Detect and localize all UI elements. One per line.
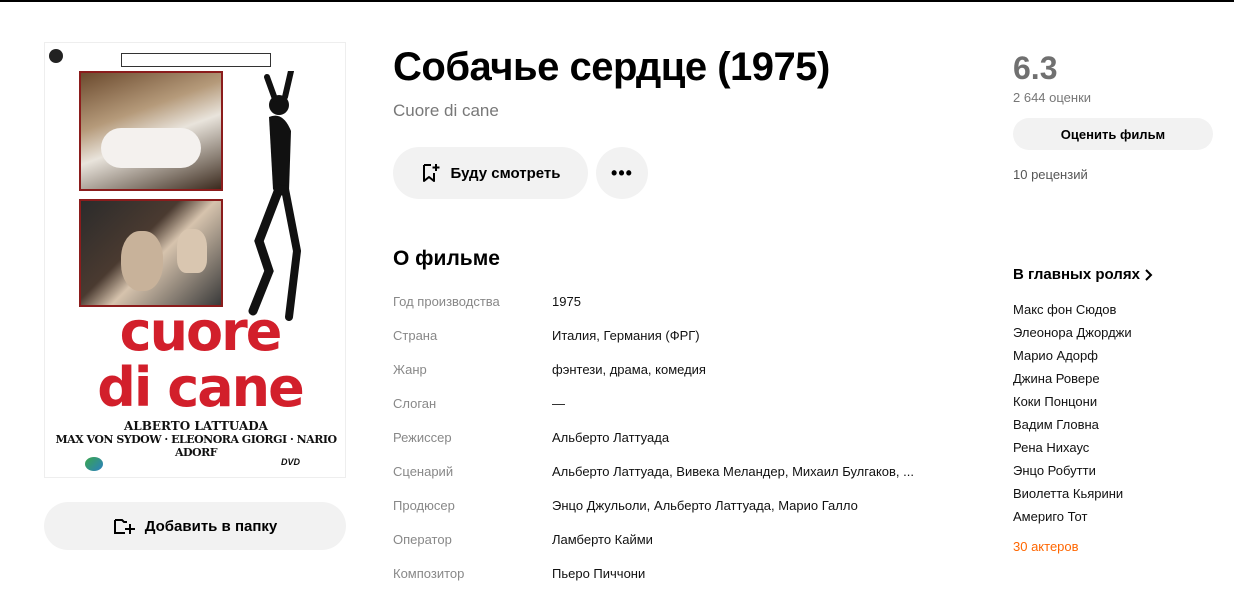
info-row-genre: Жанр фэнтези, драма, комедия bbox=[393, 352, 933, 386]
info-row-composer: Композитор Пьеро Пиччони bbox=[393, 556, 933, 590]
info-row-producer: Продюсер Энцо Джульоли, Альберто Латтуада… bbox=[393, 488, 933, 522]
info-value[interactable]: Пьеро Пиччони bbox=[552, 566, 645, 581]
cast-heading-link[interactable]: В главных ролях bbox=[1013, 266, 1154, 283]
reviews-link[interactable]: 10 рецензий bbox=[1013, 167, 1088, 182]
info-key: Режиссер bbox=[393, 429, 452, 445]
poster-top-credit bbox=[121, 53, 271, 67]
poster-format: DVD bbox=[281, 457, 301, 467]
watchlist-button[interactable]: Буду смотреть bbox=[393, 147, 588, 199]
all-actors-link[interactable]: 30 актеров bbox=[1013, 539, 1079, 554]
original-title: Cuore di cane bbox=[393, 101, 499, 120]
info-value: — bbox=[552, 395, 565, 411]
info-row-slogan: Слоган — bbox=[393, 386, 933, 420]
info-value[interactable]: Энцо Джульоли, Альберто Латтуада, Марио … bbox=[552, 498, 858, 513]
cast-item[interactable]: Макс фон Сюдов bbox=[1013, 298, 1132, 321]
top-border bbox=[0, 0, 1234, 2]
movie-info-table: Год производства 1975 Страна Италия, Герма… bbox=[393, 284, 933, 590]
info-value[interactable]: фэнтези, драма, комедия bbox=[552, 362, 706, 377]
watchlist-label: Буду смотреть bbox=[450, 164, 561, 182]
info-value[interactable]: Альберто Латтуада bbox=[552, 430, 669, 445]
info-row-year: Год производства 1975 bbox=[393, 284, 933, 318]
poster-cast: MAX VON SYDOW · ELEONORA GIORGI · NARIO … bbox=[55, 433, 337, 459]
cast-item[interactable]: Рена Нихаус bbox=[1013, 436, 1132, 459]
cast-item[interactable]: Вадим Гловна bbox=[1013, 413, 1132, 436]
studio-logo-icon bbox=[49, 49, 63, 63]
bookmark-plus-icon bbox=[423, 164, 440, 182]
info-key: Год производства bbox=[393, 293, 500, 309]
cast-item[interactable]: Марио Адорф bbox=[1013, 344, 1132, 367]
info-value[interactable]: Альберто Латтуада, Вивека Меландер, Миха… bbox=[552, 464, 914, 479]
info-row-country: Страна Италия, Германия (ФРГ) bbox=[393, 318, 933, 352]
cast-item[interactable]: Америго Тот bbox=[1013, 505, 1132, 528]
cast-item[interactable]: Виолетта Кьярини bbox=[1013, 482, 1132, 505]
add-to-folder-label: Добавить в папку bbox=[144, 517, 278, 535]
info-key: Продюсер bbox=[393, 497, 455, 513]
rating-value: 6.3 bbox=[1013, 50, 1058, 86]
movie-poster[interactable]: cuore di cane ALBERTO LATTUADA MAX VON S… bbox=[44, 42, 346, 478]
info-row-screenplay: Сценарий Альберто Латтуада, Вивека Меланд… bbox=[393, 454, 933, 488]
info-key: Страна bbox=[393, 327, 438, 343]
info-key: Сценарий bbox=[393, 463, 454, 479]
poster-photo-bed bbox=[79, 71, 223, 191]
poster-title-line1: cuore bbox=[119, 300, 283, 363]
info-key: Композитор bbox=[393, 565, 465, 581]
distributor-logo-icon bbox=[85, 457, 103, 471]
info-key: Слоган bbox=[393, 395, 437, 411]
cast-item[interactable]: Элеонора Джорджи bbox=[1013, 321, 1132, 344]
poster-dancing-figure bbox=[248, 71, 302, 321]
info-value[interactable]: 1975 bbox=[552, 294, 581, 309]
poster-director: ALBERTO LATTUADA bbox=[123, 419, 268, 433]
info-row-operator: Оператор Ламберто Кайми bbox=[393, 522, 933, 556]
chevron-right-icon bbox=[1145, 268, 1153, 281]
info-key: Жанр bbox=[393, 361, 427, 377]
poster-title-line2: di cane bbox=[97, 356, 304, 419]
folder-plus-icon bbox=[113, 519, 135, 534]
cast-list: Макс фон Сюдов Элеонора Джорджи Марио Ад… bbox=[1013, 298, 1132, 528]
page-title: Собачье сердце (1975) bbox=[393, 45, 830, 89]
more-options-button[interactable]: ••• bbox=[596, 147, 648, 199]
cast-item[interactable]: Энцо Робутти bbox=[1013, 459, 1132, 482]
info-value[interactable]: Италия, Германия (ФРГ) bbox=[552, 328, 700, 343]
info-value[interactable]: Ламберто Кайми bbox=[552, 532, 653, 547]
add-to-folder-button[interactable]: Добавить в папку bbox=[44, 502, 346, 550]
info-key: Оператор bbox=[393, 531, 452, 547]
cast-item[interactable]: Коки Понцони bbox=[1013, 390, 1132, 413]
about-heading: О фильме bbox=[393, 247, 500, 270]
cast-heading: В главных ролях bbox=[1013, 266, 1140, 283]
more-dots-icon: ••• bbox=[611, 162, 633, 183]
poster-photo-face bbox=[79, 199, 223, 307]
rate-movie-button[interactable]: Оценить фильм bbox=[1013, 118, 1213, 150]
cast-item[interactable]: Джина Ровере bbox=[1013, 367, 1132, 390]
rating-votes[interactable]: 2 644 оценки bbox=[1013, 90, 1091, 105]
info-row-director: Режиссер Альберто Латтуада bbox=[393, 420, 933, 454]
